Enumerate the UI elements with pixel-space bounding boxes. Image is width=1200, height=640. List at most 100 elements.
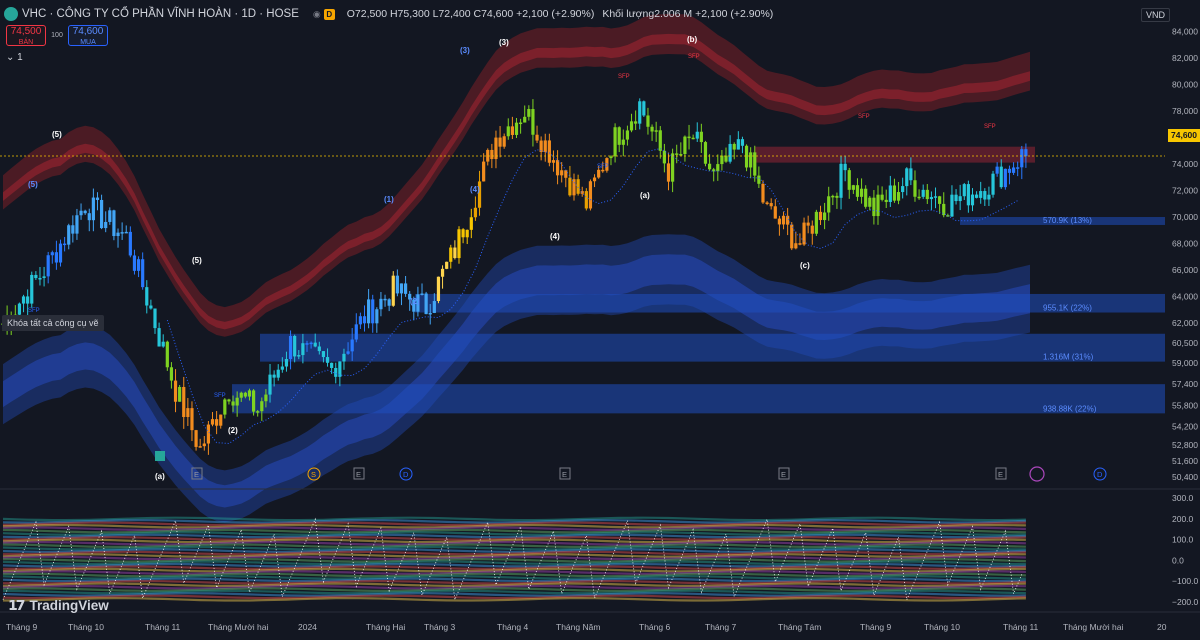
candle-body bbox=[580, 191, 584, 194]
candle-body bbox=[453, 247, 457, 259]
candle-body bbox=[851, 185, 855, 190]
candle-body bbox=[514, 122, 519, 135]
candle-body bbox=[165, 341, 169, 368]
time-tick-label: Tháng 4 bbox=[497, 622, 528, 632]
candle-body bbox=[120, 232, 124, 234]
candle-body bbox=[691, 137, 695, 140]
candle-body bbox=[597, 169, 601, 178]
event-marker-label: E bbox=[998, 470, 1003, 479]
candle-body bbox=[141, 259, 145, 288]
wave-label: (c) bbox=[800, 261, 810, 270]
candle-body bbox=[777, 218, 782, 225]
oscillator-pane bbox=[2, 516, 1026, 602]
candle-body bbox=[1011, 167, 1016, 173]
candle-body bbox=[564, 170, 568, 178]
candle-body bbox=[584, 191, 588, 209]
candle-body bbox=[1020, 149, 1024, 168]
resistance-zone bbox=[755, 146, 1035, 163]
candle-body bbox=[765, 202, 769, 204]
candle-body bbox=[375, 309, 379, 324]
candle-body bbox=[50, 252, 54, 256]
candle-body bbox=[268, 374, 272, 395]
candle-body bbox=[662, 150, 666, 164]
change-value: +2,100 (+2.90%) bbox=[516, 8, 595, 20]
candle-body bbox=[256, 411, 260, 413]
collapse-toggle[interactable]: ⌄ 1 bbox=[6, 52, 23, 63]
candle-body bbox=[547, 140, 551, 163]
candle-body bbox=[99, 199, 104, 229]
candle-body bbox=[806, 222, 810, 226]
oscillator-tick-label: 100.0 bbox=[1172, 535, 1194, 545]
candle-body bbox=[108, 210, 112, 222]
sfp-label: SFP bbox=[688, 54, 700, 60]
candle-body bbox=[970, 194, 975, 206]
candle-body bbox=[757, 175, 761, 184]
candle-body bbox=[888, 185, 892, 202]
sfp-label: SFP bbox=[214, 393, 226, 399]
price-tick-label: 78,000 bbox=[1172, 106, 1198, 116]
candle-body bbox=[786, 215, 790, 225]
candle-body bbox=[790, 224, 794, 249]
tradingview-logo[interactable]: 𝟭𝟳 TradingView bbox=[8, 597, 109, 614]
candle-body bbox=[724, 155, 728, 162]
wave-label: (a) bbox=[640, 191, 650, 200]
candle-body bbox=[116, 232, 120, 237]
currency-select[interactable]: VND bbox=[1140, 8, 1170, 22]
price-chart[interactable]: 570.9K (13%) 955.1K (22%) 1.316M (31%) 938.… bbox=[0, 0, 1200, 640]
candle-body bbox=[523, 116, 527, 123]
brand-name: TradingView bbox=[29, 598, 109, 613]
price-tick-label: 54,200 bbox=[1172, 422, 1198, 432]
candle-body bbox=[91, 197, 95, 221]
candle-body bbox=[272, 374, 276, 378]
candle-body bbox=[999, 166, 1003, 188]
candle-body bbox=[358, 316, 362, 325]
price-tick-label: 68,000 bbox=[1172, 239, 1198, 249]
candle-body bbox=[683, 136, 687, 155]
sell-label: BÁN bbox=[18, 39, 34, 46]
buy-price: 74,600 bbox=[72, 26, 104, 37]
candle-body bbox=[399, 283, 404, 294]
price-bands bbox=[3, 13, 1030, 523]
buy-signal-icon bbox=[155, 451, 165, 461]
symbol-title[interactable]: VHC · CÔNG TY CỔ PHẦN VĨNH HOÀN · 1D · H… bbox=[22, 8, 299, 20]
candle-body bbox=[387, 299, 391, 306]
candle-body bbox=[301, 343, 305, 356]
candle-body bbox=[823, 212, 827, 221]
candle-body bbox=[321, 351, 326, 358]
price-tick-label: 59,000 bbox=[1172, 358, 1198, 368]
candle-body bbox=[855, 185, 860, 197]
low-value: L72,400 bbox=[432, 8, 471, 20]
candle-body bbox=[736, 139, 740, 150]
candle-body bbox=[235, 397, 239, 406]
candle-body bbox=[132, 255, 137, 271]
candle-body bbox=[613, 127, 617, 157]
candle-body bbox=[773, 206, 777, 219]
candle-body bbox=[617, 127, 621, 145]
candle-body bbox=[646, 115, 650, 127]
candle-body bbox=[531, 109, 535, 135]
candle-body bbox=[592, 177, 597, 182]
candle-body bbox=[925, 189, 929, 200]
candle-body bbox=[966, 184, 970, 206]
time-tick-label: Tháng 3 bbox=[424, 622, 455, 632]
candle-body bbox=[671, 153, 675, 182]
candle-body bbox=[260, 401, 264, 412]
oscillator-tick-label: 0.0 bbox=[1172, 555, 1184, 565]
price-tick-label: 51,600 bbox=[1172, 456, 1198, 466]
candle-body bbox=[313, 342, 317, 347]
candle-body bbox=[465, 229, 469, 238]
sfp-label: SFP bbox=[858, 114, 870, 120]
candle-body bbox=[983, 191, 987, 200]
candle-body bbox=[535, 134, 539, 141]
candle-body bbox=[929, 197, 934, 200]
candle-body bbox=[609, 156, 613, 159]
candle-body bbox=[157, 328, 161, 347]
sell-button[interactable]: 74,500 BÁN bbox=[6, 25, 46, 46]
delayed-badge: D bbox=[323, 8, 335, 20]
candle-body bbox=[707, 163, 712, 170]
candle-body bbox=[572, 179, 576, 196]
candle-body bbox=[720, 155, 724, 165]
buy-button[interactable]: 74,600 MUA bbox=[68, 25, 108, 46]
high-value: H75,300 bbox=[389, 8, 430, 20]
data-badge[interactable]: ◉ D bbox=[313, 8, 335, 20]
